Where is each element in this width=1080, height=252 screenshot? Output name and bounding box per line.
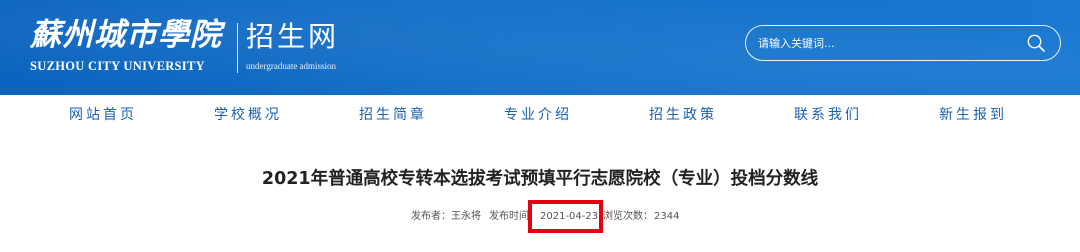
nav-item-contact[interactable]: 联系我们 [773,95,883,135]
search-input[interactable] [758,33,1008,53]
nav-item-admission-guide[interactable]: 招生简章 [338,95,448,135]
site-header: 蘇州城市學院 SUZHOU CITY UNIVERSITY 招生网 underg… [0,0,1080,95]
publisher-label: 发布者： [411,211,451,222]
search-icon[interactable] [1026,33,1046,53]
university-logo[interactable]: 蘇州城市學院 SUZHOU CITY UNIVERSITY 招生网 underg… [30,13,360,75]
highlight-box [528,200,603,233]
views-label: 浏览次数： [603,211,653,222]
logo-english-name: SUZHOU CITY UNIVERSITY [30,59,205,73]
article-title: 2021年普通高校专转本选拔考试预填平行志愿院校（专业）投档分数线 [261,169,819,189]
logo-divider [237,23,238,73]
views-count: 2344 [654,211,680,222]
publisher-name: 王永将 [451,211,481,222]
nav-item-home[interactable]: 网站首页 [48,95,158,135]
nav-item-about[interactable]: 学校概况 [193,95,303,135]
search-box [745,25,1061,61]
nav-item-freshman[interactable]: 新生报到 [918,95,1028,135]
nav-item-policy[interactable]: 招生政策 [628,95,738,135]
site-name-english: undergraduate admission [246,61,337,71]
logo-chinese-name: 蘇州城市學院 [30,17,222,53]
main-nav: 网站首页 学校概况 招生简章 专业介绍 招生政策 联系我们 新生报到 [0,95,1080,135]
nav-item-majors[interactable]: 专业介绍 [483,95,593,135]
site-name: 招生网 [246,20,340,53]
